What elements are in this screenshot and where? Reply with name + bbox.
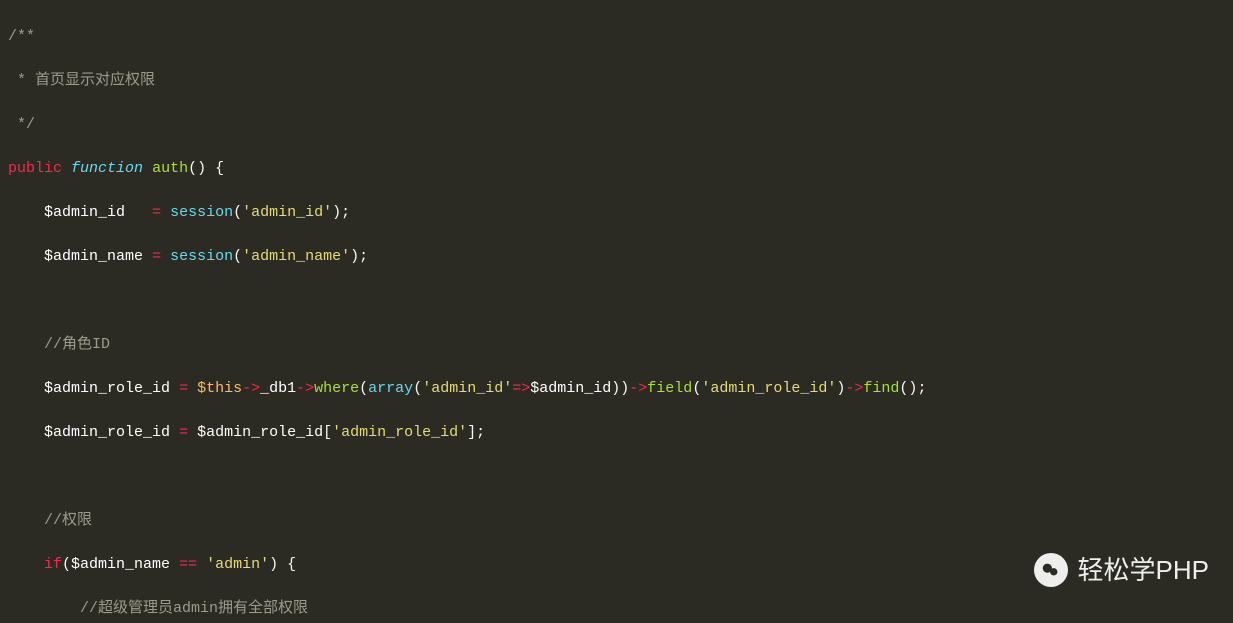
string: 'admin_name' — [242, 248, 350, 265]
code-line: //权限 — [8, 510, 1225, 532]
code-line: */ — [8, 114, 1225, 136]
code-line: $admin_role_id = $admin_role_id['admin_r… — [8, 422, 1225, 444]
fn-session: session — [170, 204, 233, 221]
keyword-public: public — [8, 160, 62, 177]
function-name: auth — [152, 160, 188, 177]
code-line: * 首页显示对应权限 — [8, 70, 1225, 92]
string: 'admin_id' — [242, 204, 332, 221]
code-editor[interactable]: /** * 首页显示对应权限 */ public function auth()… — [0, 0, 1233, 623]
keyword-function: function — [71, 160, 143, 177]
code-line: public function auth() { — [8, 158, 1225, 180]
code-line: //超级管理员admin拥有全部权限 — [8, 598, 1225, 620]
comment: */ — [8, 116, 35, 133]
comment: //超级管理员admin拥有全部权限 — [80, 600, 308, 617]
variable: $admin_id — [44, 204, 125, 221]
code-line — [8, 290, 1225, 312]
variable: $admin_name — [44, 248, 143, 265]
code-line: $admin_role_id = $this->_db1->where(arra… — [8, 378, 1225, 400]
watermark-text: 轻松学PHP — [1078, 559, 1209, 581]
wechat-icon — [1034, 553, 1068, 587]
this: $this — [197, 380, 242, 397]
code-line: $admin_id = session('admin_id'); — [8, 202, 1225, 224]
comment: * 首页显示对应权限 — [8, 72, 155, 89]
code-line — [8, 466, 1225, 488]
watermark: 轻松学PHP — [1034, 553, 1209, 587]
comment: /** — [8, 28, 35, 45]
comment: //角色ID — [44, 336, 110, 353]
comment: //权限 — [44, 512, 92, 529]
code-line: /** — [8, 26, 1225, 48]
code-line: $admin_name = session('admin_name'); — [8, 246, 1225, 268]
code-line: //角色ID — [8, 334, 1225, 356]
